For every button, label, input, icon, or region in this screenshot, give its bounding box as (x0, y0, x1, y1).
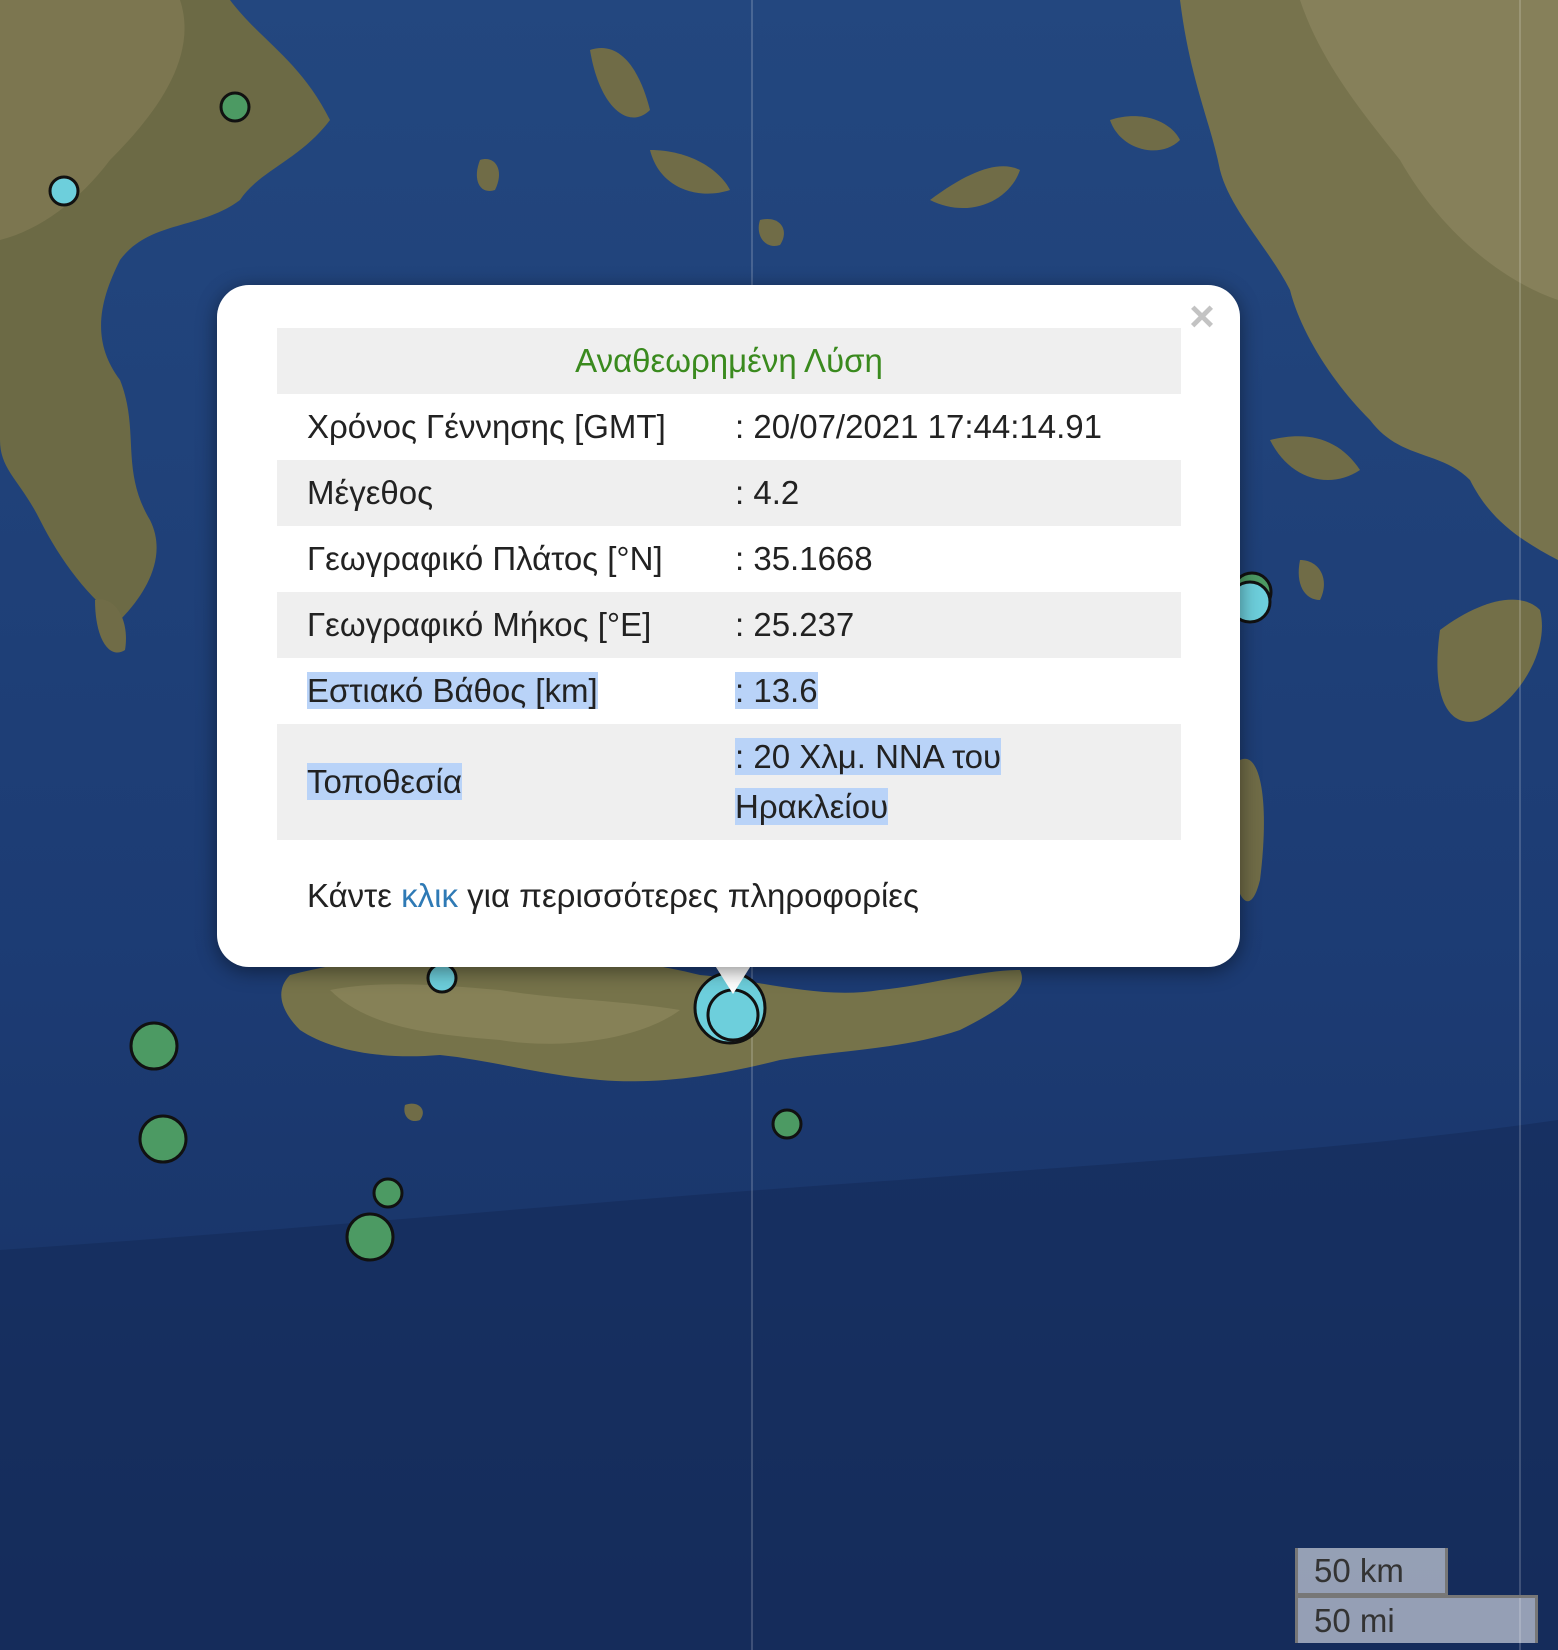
more-info-suffix: για περισσότερες πληροφορίες (457, 877, 919, 914)
close-icon[interactable]: × (1182, 295, 1222, 339)
earthquake-popup: × Αναθεωρημένη Λύση Χρόνος Γέννησης [GMT… (217, 285, 1240, 967)
popup-title: Αναθεωρημένη Λύση (277, 328, 1181, 394)
earthquake-marker (372, 1177, 404, 1209)
earthquake-marker (771, 1108, 803, 1140)
more-info-prefix: Κάντε (307, 877, 402, 914)
magnitude-value: : 4.2 (705, 460, 1181, 526)
longitude-label: Γεωγραφικό Μήκος [°E] (277, 592, 705, 658)
earthquake-info-table: Αναθεωρημένη Λύση Χρόνος Γέννησης [GMT] … (277, 328, 1181, 840)
more-info-text: Κάντε κλικ για περισσότερες πληροφορίες (307, 877, 919, 915)
origin-time-label: Χρόνος Γέννησης [GMT] (307, 408, 666, 445)
scale-mi: 50 mi (1295, 1595, 1538, 1643)
popup-tip (714, 964, 752, 994)
earthquake-marker (48, 175, 80, 207)
scale-bar-imperial: 50 mi (1295, 1595, 1538, 1643)
earthquake-marker (345, 1212, 395, 1262)
longitude-value: : 25.237 (705, 592, 1181, 658)
location-value: : 20 Χλμ. ΝΝΑ του Ηρακλείου (735, 738, 1002, 825)
earthquake-marker (426, 962, 458, 994)
scale-km: 50 km (1295, 1548, 1448, 1596)
depth-label: Εστιακό Βάθος [km] (307, 672, 598, 709)
earthquake-marker (129, 1021, 179, 1071)
depth-value: : 13.6 (735, 672, 818, 709)
earthquake-marker (138, 1114, 188, 1164)
earthquake-marker (219, 91, 251, 123)
location-label: Τοποθεσία (307, 763, 462, 800)
latitude-label: Γεωγραφικό Πλάτος [°N] (307, 540, 663, 577)
scale-bar: 50 km (1295, 1548, 1448, 1596)
origin-time-value: : 20/07/2021 17:44:14.91 (735, 408, 1102, 445)
more-info-link[interactable]: κλικ (401, 877, 458, 914)
latitude-value: : 35.1668 (735, 540, 873, 577)
earthquake-marker-selected (706, 988, 760, 1042)
magnitude-label: Μέγεθος (277, 460, 705, 526)
